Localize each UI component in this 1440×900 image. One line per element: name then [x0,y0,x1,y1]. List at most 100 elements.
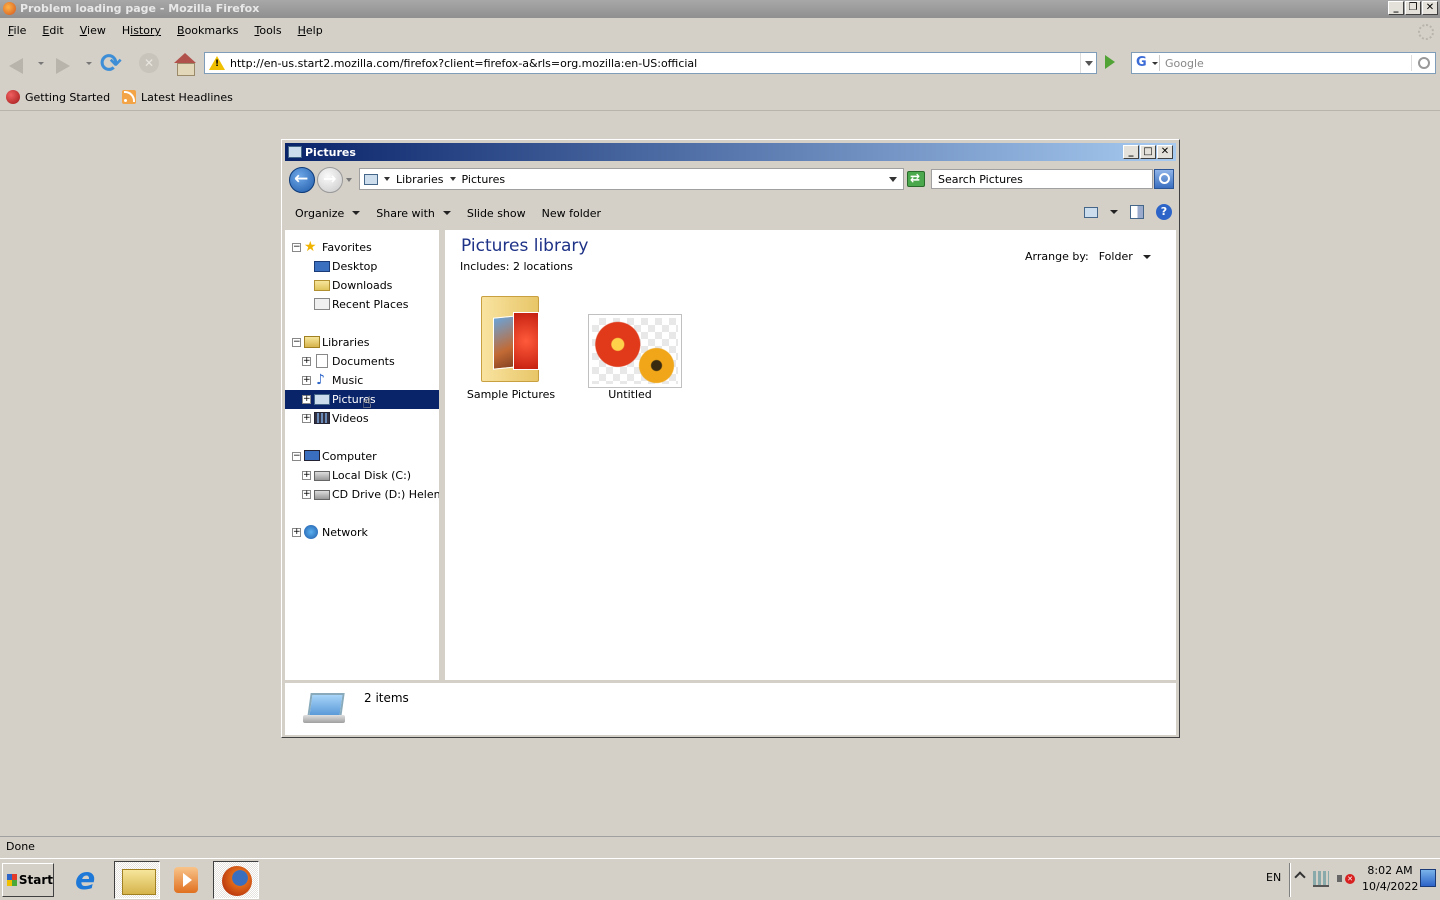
tree-item-favorites[interactable]: − ★ Favorites [285,238,439,257]
bookmark-getting-started[interactable]: Getting Started [0,90,116,104]
tree-item-local-disk[interactable]: + Local Disk (C:) [285,466,439,485]
library-details-icon [303,693,345,727]
menu-edit[interactable]: Edit [34,22,71,42]
explorer-maximize-button[interactable]: □ [1140,145,1156,159]
explorer-minimize-button[interactable]: _ [1123,145,1139,159]
menu-bookmarks[interactable]: Bookmarks [169,22,246,42]
clock-date[interactable]: 10/4/2022 [1362,880,1418,893]
internet-explorer-icon[interactable] [64,861,110,899]
firefox-titlebar: Problem loading page - Mozilla Firefox _… [0,0,1440,18]
explorer-search-input[interactable]: Search Pictures [931,169,1153,189]
explorer-back-button[interactable] [289,167,315,193]
tree-item-network[interactable]: + Network [285,523,439,542]
url-text[interactable]: http://en-us.start2.mozilla.com/firefox?… [230,57,697,70]
organize-button[interactable]: Organize [285,207,368,220]
expand-icon[interactable]: + [302,376,311,385]
cd-drive-icon [314,490,330,500]
go-icon[interactable] [1102,54,1118,70]
web-search-placeholder[interactable]: Google [1165,57,1204,70]
expand-icon[interactable]: + [302,490,311,499]
new-folder-button[interactable]: New folder [534,207,609,220]
slide-show-button[interactable]: Slide show [459,207,534,220]
back-history-dropdown-icon[interactable] [38,62,44,65]
tree-item-desktop[interactable]: Desktop [285,257,439,276]
breadcrumb-pictures[interactable]: Pictures [462,173,506,186]
recent-pages-dropdown-icon[interactable] [346,178,352,182]
tree-item-music[interactable]: + ♪ Music [285,371,439,390]
volume-muted-icon[interactable] [1337,870,1355,888]
expand-icon[interactable]: + [302,357,311,366]
show-hidden-icons-icon[interactable] [1294,871,1306,883]
forward-icon[interactable] [52,52,78,78]
windows-explorer-icon[interactable] [114,861,160,899]
expand-icon[interactable]: + [302,395,311,404]
collapse-icon[interactable]: − [292,243,301,252]
menu-help[interactable]: Help [290,22,331,42]
close-button[interactable]: ✕ [1422,1,1438,15]
menu-file[interactable]: File [0,22,34,42]
menu-view[interactable]: View [72,22,114,42]
firefox-taskbar-icon[interactable] [213,861,259,899]
breadcrumb-arrow-icon[interactable] [384,177,390,181]
rss-icon [122,90,137,104]
explorer-close-button[interactable]: ✕ [1157,145,1173,159]
home-icon[interactable] [172,52,198,78]
expand-icon[interactable]: + [302,414,311,423]
explorer-forward-button[interactable] [317,167,343,193]
library-heading: Pictures library [461,236,589,256]
collapse-icon[interactable]: − [292,452,301,461]
forward-history-dropdown-icon[interactable] [86,62,92,65]
tree-item-recent-places[interactable]: Recent Places [285,295,439,314]
includes-locations-link[interactable]: 2 locations [513,260,573,273]
explorer-search-placeholder[interactable]: Search Pictures [938,173,1023,186]
menu-tools[interactable]: Tools [246,22,289,42]
tree-item-downloads[interactable]: Downloads [285,276,439,295]
breadcrumb-libraries[interactable]: Libraries [396,173,444,186]
desktop-icon [314,261,330,272]
menu-history[interactable]: History [114,22,169,42]
media-player-icon[interactable] [163,861,209,899]
explorer-search-icon[interactable] [1154,169,1174,189]
url-bar[interactable]: ! http://en-us.start2.mozilla.com/firefo… [204,52,1097,74]
recent-places-icon [314,298,330,310]
back-icon[interactable] [6,52,32,78]
explorer-titlebar[interactable]: Pictures _ □ ✕ [285,143,1176,161]
refresh-button[interactable] [907,171,925,187]
search-icon[interactable] [1411,55,1433,71]
search-engine-icon[interactable] [1134,55,1160,71]
chevron-down-icon [442,211,451,215]
change-view-icon[interactable] [1084,206,1098,218]
breadcrumb[interactable]: Libraries Pictures [359,168,904,190]
reload-icon[interactable] [100,49,126,79]
stop-icon[interactable] [136,52,162,78]
file-item-untitled[interactable]: Untitled [575,290,685,405]
url-dropdown-icon[interactable] [1080,53,1096,73]
view-options-dropdown-icon[interactable] [1110,210,1118,214]
pictures-icon [364,173,378,185]
expand-icon[interactable]: + [292,528,301,537]
web-search-bar[interactable]: Google [1131,52,1436,74]
collapse-icon[interactable]: − [292,338,301,347]
minimize-button[interactable]: _ [1388,1,1404,15]
tree-item-documents[interactable]: + Documents [285,352,439,371]
chevron-down-icon [352,211,361,215]
tree-item-computer[interactable]: − Computer [285,447,439,466]
arrange-by-dropdown[interactable]: Folder [1099,250,1133,263]
clock-time[interactable]: 8:02 AM [1362,864,1418,877]
start-button[interactable]: Start [2,863,54,897]
breadcrumb-arrow-icon[interactable] [449,177,456,181]
show-desktop-icon[interactable] [1420,869,1436,887]
language-indicator[interactable]: EN [1266,871,1281,884]
tree-item-cd-drive[interactable]: + CD Drive (D:) HelenOS [285,485,439,504]
preview-pane-icon[interactable] [1130,205,1144,219]
file-item-sample-pictures[interactable]: Sample Pictures [456,290,566,405]
tree-item-libraries[interactable]: − Libraries [285,333,439,352]
bookmark-latest-headlines[interactable]: Latest Headlines [116,90,239,104]
chevron-down-icon[interactable] [1142,254,1151,259]
help-icon[interactable]: ? [1156,204,1172,220]
address-dropdown-icon[interactable] [889,177,897,182]
share-with-button[interactable]: Share with [368,207,459,220]
expand-icon[interactable]: + [302,471,311,480]
restore-button[interactable]: ❐ [1405,1,1421,15]
network-tray-icon[interactable] [1313,871,1329,887]
